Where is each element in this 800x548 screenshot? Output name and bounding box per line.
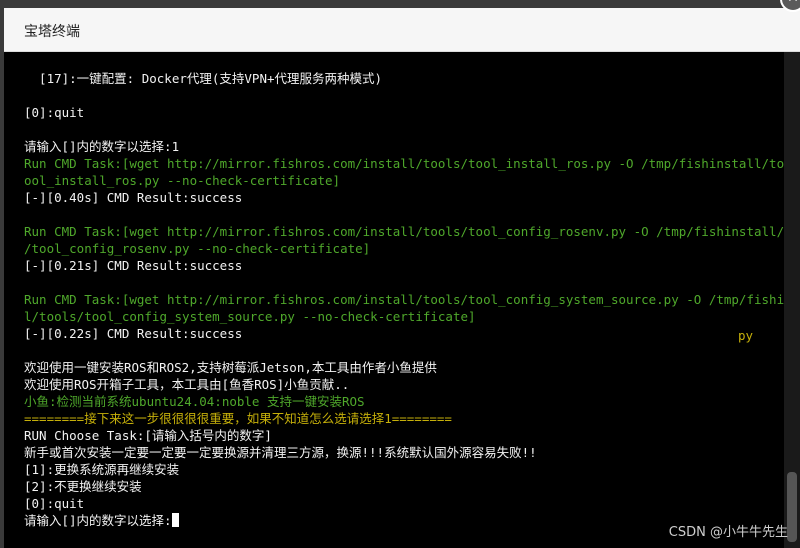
terminal-line: /tool_config_rosenv.py --no-check-certif… bbox=[24, 240, 784, 257]
text-cursor bbox=[171, 513, 179, 527]
terminal-line-text: [2]:不更换继续安装 bbox=[24, 479, 142, 494]
terminal-line-text: [-][0.40s] CMD Result:success bbox=[24, 190, 243, 205]
terminal-line: [-][0.22s] CMD Result:success bbox=[24, 325, 784, 342]
terminal-line-text: /tool_config_rosenv.py --no-check-certif… bbox=[24, 241, 371, 256]
terminal-line-text: Run CMD Task:[wget http://mirror.fishros… bbox=[24, 224, 784, 239]
terminal-line-text: [0]:quit bbox=[24, 105, 85, 120]
terminal-line: RUN Choose Task:[请输入括号内的数字] bbox=[24, 427, 784, 444]
terminal-line: ool_install_ros.py --no-check-certificat… bbox=[24, 172, 784, 189]
terminal-line-text: 欢迎使用一键安装ROS和ROS2,支持树莓派Jetson,本工具由作者小鱼提供 bbox=[24, 360, 437, 375]
terminal-line: [0]:quit bbox=[24, 104, 784, 121]
terminal-line: [2]:不更换继续安装 bbox=[24, 478, 784, 495]
scrollbar[interactable] bbox=[784, 52, 800, 548]
terminal-line: 小鱼:检测当前系统ubuntu24.04:noble 支持一键安装ROS bbox=[24, 393, 784, 410]
terminal-line: 欢迎使用ROS开箱子工具，本工具由[鱼香ROS]小鱼贡献.. bbox=[24, 376, 784, 393]
terminal-line: [17]:一键配置: Docker代理(支持VPN+代理服务两种模式) bbox=[24, 70, 784, 87]
terminal-line-text: 小鱼:检测当前系统ubuntu24.04:noble 支持一键安装ROS bbox=[24, 394, 365, 409]
terminal-line-text: Run CMD Task:[wget http://mirror.fishros… bbox=[24, 292, 784, 307]
terminal-line-text: [17]:一键配置: Docker代理(支持VPN+代理服务两种模式) bbox=[24, 71, 383, 86]
terminal-line: [0]:quit bbox=[24, 495, 784, 512]
scrollbar-thumb[interactable] bbox=[787, 472, 797, 542]
terminal-line-text: [1]:更换系统源再继续安装 bbox=[24, 462, 180, 477]
terminal-line-text: [0]:quit bbox=[24, 496, 85, 511]
terminal-line-text: 新手或首次安装一定要一定要一定要换源并清理三方源，换源!!!系统默认国外源容易失… bbox=[24, 445, 537, 460]
terminal-line: 欢迎使用一键安装ROS和ROS2,支持树莓派Jetson,本工具由作者小鱼提供 bbox=[24, 359, 784, 376]
titlebar: 宝塔终端 bbox=[4, 8, 800, 52]
terminal-line-text: l/tools/tool_config_system_source.py --n… bbox=[24, 309, 476, 324]
terminal-line-text: Run CMD Task:[wget http://mirror.fishros… bbox=[24, 156, 784, 171]
terminal-line: 新手或首次安装一定要一定要一定要换源并清理三方源，换源!!!系统默认国外源容易失… bbox=[24, 444, 784, 461]
terminal-line: ========接下来这一步很很很很重要，如果不知道怎么选请选择1=======… bbox=[24, 410, 784, 427]
terminal-line: [1]:更换系统源再继续安装 bbox=[24, 461, 784, 478]
terminal-line: Run CMD Task:[wget http://mirror.fishros… bbox=[24, 291, 784, 308]
terminal-line-text: [-][0.22s] CMD Result:success bbox=[24, 326, 243, 341]
terminal-line: l/tools/tool_config_system_source.py --n… bbox=[24, 308, 784, 325]
terminal-line: Run CMD Task:[wget http://mirror.fishros… bbox=[24, 223, 784, 240]
terminal-line-text: 请输入[]内的数字以选择: bbox=[24, 513, 172, 528]
terminal-line-text: [-][0.21s] CMD Result:success bbox=[24, 258, 243, 273]
terminal-line: [-][0.21s] CMD Result:success bbox=[24, 257, 784, 274]
terminal-line-text: ========接下来这一步很很很很重要，如果不知道怎么选请选择1=======… bbox=[24, 411, 452, 426]
terminal-line: Run CMD Task:[wget http://mirror.fishros… bbox=[24, 155, 784, 172]
terminal-line-text: RUN Choose Task:[请输入括号内的数字] bbox=[24, 428, 272, 443]
terminal-line-text: 欢迎使用ROS开箱子工具，本工具由[鱼香ROS]小鱼贡献.. bbox=[24, 377, 350, 392]
stray-text: py bbox=[738, 328, 754, 343]
terminal-line-text: ool_install_ros.py --no-check-certificat… bbox=[24, 173, 341, 188]
watermark: CSDN @小牛牛先生 bbox=[668, 525, 788, 540]
terminal-line-text: 请输入[]内的数字以选择:1 bbox=[24, 139, 180, 154]
terminal-output[interactable]: [17]:一键配置: Docker代理(支持VPN+代理服务两种模式) [0]:q… bbox=[4, 52, 784, 548]
terminal-line: 请输入[]内的数字以选择:1 bbox=[24, 138, 784, 155]
terminal-window: 宝塔终端 [17]:一键配置: Docker代理(支持VPN+代理服务两种模式)… bbox=[4, 8, 800, 548]
window-title: 宝塔终端 bbox=[24, 24, 80, 40]
terminal-line: [-][0.40s] CMD Result:success bbox=[24, 189, 784, 206]
